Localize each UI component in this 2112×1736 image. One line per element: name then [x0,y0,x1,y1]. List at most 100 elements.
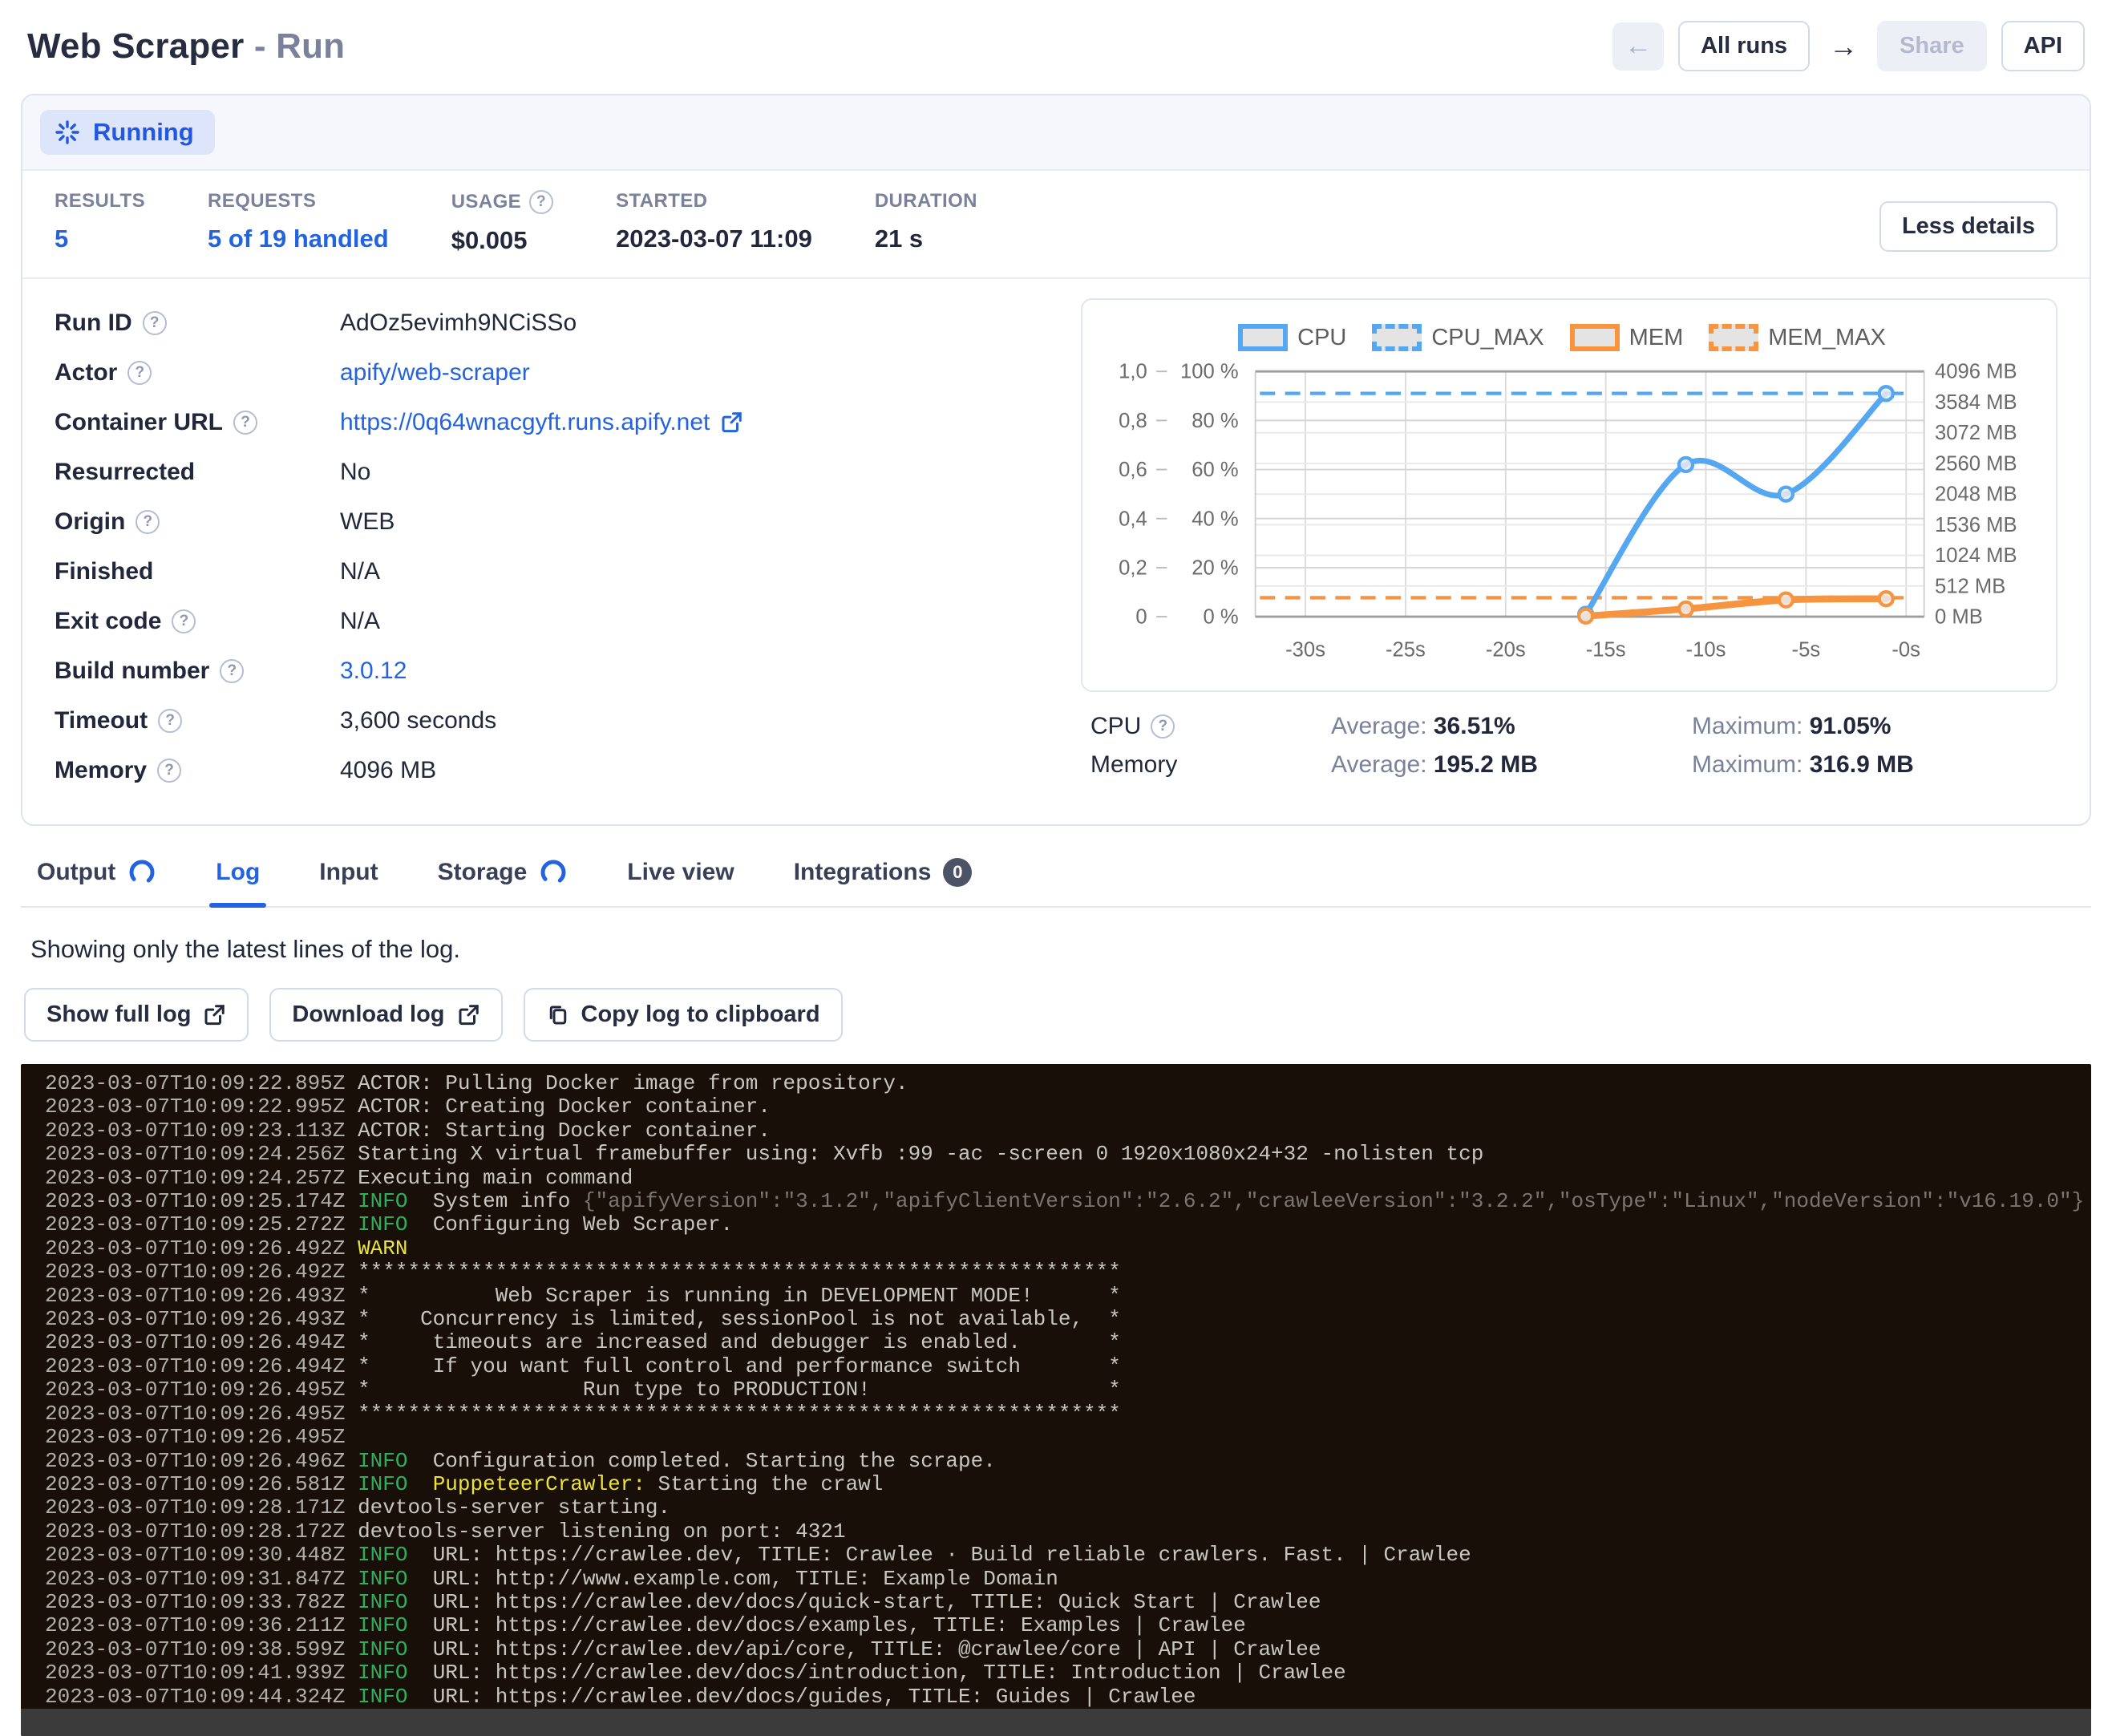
log-console[interactable]: 2023-03-07T10:09:22.895Z ACTOR: Pulling … [21,1064,2091,1736]
next-run-button[interactable]: → [1824,30,1863,63]
run-page: Web Scraper - Run ← All runs → Share API [0,0,2112,1736]
chart-legend: CPUCPU_MAXMEMMEM_MAX [1097,324,2041,351]
copy-icon [546,1003,570,1027]
log-actions: Show full log Download log Copy log to cli… [24,988,2088,1042]
detail-row-run-id: Run ID?AdOz5evimh9NCiSSo [55,298,1041,348]
usage-maximum-label: Maximum: [1692,751,1810,778]
log-line: 2023-03-07T10:09:24.257Z Executing main … [45,1167,2091,1190]
help-icon[interactable]: ? [158,709,182,733]
detail-label-text: Resurrected [55,459,195,486]
detail-value-text: N/A [340,608,380,635]
stat-label-text: USAGE [451,191,521,213]
api-button[interactable]: API [2001,21,2085,71]
run-chart: 1,00,80,60,40,20100 %80 %60 %40 %20 %0 %… [1097,359,2041,686]
help-icon[interactable]: ? [172,609,196,633]
detail-label: Exit code? [55,608,340,635]
detail-value[interactable]: https://0q64wnacgyft.runs.apify.net [340,409,743,436]
usage-average-label: Average: [1331,713,1434,739]
button-label: Copy log to clipboard [581,1002,820,1028]
tab-storage[interactable]: Storage [435,844,572,906]
button-label: Download log [292,1002,444,1028]
status-strip: Running [22,95,2090,171]
detail-row-finished: FinishedN/A [55,547,1041,597]
svg-text:-20s: -20s [1486,638,1526,661]
actor-name: Web Scraper [27,26,244,66]
log-line: 2023-03-07T10:09:26.494Z * timeouts are … [45,1331,2091,1354]
svg-text:-25s: -25s [1386,638,1426,661]
usage-metric-name: CPU? [1090,713,1331,740]
log-line: 2023-03-07T10:09:28.171Z devtools-server… [45,1496,2091,1520]
tab-integrations[interactable]: Integrations0 [791,844,976,906]
detail-value: No [340,459,370,486]
usage-average: Average: 36.51% [1331,713,1692,740]
log-line: 2023-03-07T10:09:26.493Z * Web Scraper i… [45,1285,2091,1308]
detail-label-text: Container URL [55,409,223,436]
stat-value[interactable]: 5 [55,225,145,253]
detail-value-text[interactable]: https://0q64wnacgyft.runs.apify.net [340,409,710,436]
detail-value-text[interactable]: 3.0.12 [340,658,407,685]
detail-label: Build number? [55,658,340,685]
usage-summary: CPU?Average: 36.51%Maximum: 91.05% Memory… [1081,692,2057,779]
usage-maximum: Maximum: 91.05% [1692,713,1891,740]
stats-row: RESULTS5REQUESTS5 of 19 handledUSAGE?$0.… [22,171,2090,279]
detail-label-text: Actor [55,359,117,386]
detail-label-text: Origin [55,508,125,536]
help-icon[interactable]: ? [1151,714,1175,739]
stat-label-text: STARTED [616,190,707,212]
detail-row-build-number: Build number?3.0.12 [55,646,1041,696]
detail-value-text: N/A [340,558,380,585]
share-button[interactable]: Share [1877,21,1987,71]
all-runs-button[interactable]: All runs [1678,21,1810,71]
svg-text:100 %: 100 % [1180,361,1239,383]
svg-text:1,0: 1,0 [1119,361,1147,383]
detail-label-text: Run ID [55,310,132,337]
log-line: 2023-03-07T10:09:41.939Z INFO URL: https… [45,1661,2091,1685]
show-full-log-button[interactable]: Show full log [24,988,249,1042]
tab-log[interactable]: Log [212,844,263,906]
help-icon[interactable]: ? [136,510,160,534]
status-badge: Running [40,110,215,155]
log-line: 2023-03-07T10:09:24.256Z Starting X virt… [45,1143,2091,1166]
help-icon[interactable]: ? [233,411,257,435]
log-line: 2023-03-07T10:09:26.495Z * Run type to P… [45,1378,2091,1402]
log-line: 2023-03-07T10:09:26.492Z ***************… [45,1261,2091,1284]
help-icon[interactable]: ? [143,311,167,335]
metrics-chart-card: CPUCPU_MAXMEMMEM_MAX 1,00,80,60,40,20100… [1081,298,2057,692]
external-link-icon [202,1003,226,1027]
help-icon[interactable]: ? [220,659,244,683]
previous-run-button[interactable]: ← [1612,22,1664,71]
usage-average: Average: 195.2 MB [1331,751,1692,779]
tab-live-view[interactable]: Live view [624,844,737,906]
detail-row-origin: Origin?WEB [55,497,1041,547]
usage-row-memory: MemoryAverage: 195.2 MBMaximum: 316.9 MB [1090,751,2048,779]
detail-value[interactable]: apify/web-scraper [340,359,530,386]
tab-input[interactable]: Input [316,844,381,906]
download-log-button[interactable]: Download log [269,988,502,1042]
detail-value-text[interactable]: apify/web-scraper [340,359,530,386]
tab-output[interactable]: Output [34,844,160,906]
stat-value: 2023-03-07 11:09 [616,225,812,253]
arrow-left-icon: ← [1624,30,1652,62]
page-title: Web Scraper - Run [27,26,345,67]
help-icon[interactable]: ? [127,361,152,385]
console-horizontal-scrollbar[interactable] [21,1709,2091,1736]
usage-maximum-value: 91.05% [1810,713,1891,739]
log-line: 2023-03-07T10:09:25.272Z INFO Configurin… [45,1213,2091,1236]
svg-text:0,2: 0,2 [1119,556,1147,579]
stat-label-text: REQUESTS [208,190,316,212]
usage-row-cpu: CPU?Average: 36.51%Maximum: 91.05% [1090,713,2048,740]
usage-average-label: Average: [1331,751,1434,778]
svg-text:3072 MB: 3072 MB [1935,422,2017,444]
detail-label: Finished [55,558,340,585]
log-line: 2023-03-07T10:09:22.995Z ACTOR: Creating… [45,1095,2091,1119]
help-icon[interactable]: ? [157,759,181,783]
less-details-button[interactable]: Less details [1879,201,2057,252]
help-icon[interactable]: ? [529,190,553,214]
stat-label: DURATION [875,190,977,212]
stat-value: 21 s [875,225,977,253]
svg-text:80 %: 80 % [1192,410,1238,432]
copy-log-to-clipboard-button[interactable]: Copy log to clipboard [524,988,843,1042]
stat-value[interactable]: 5 of 19 handled [208,225,389,253]
log-line: 2023-03-07T10:09:33.782Z INFO URL: https… [45,1591,2091,1614]
detail-value[interactable]: 3.0.12 [340,658,407,685]
